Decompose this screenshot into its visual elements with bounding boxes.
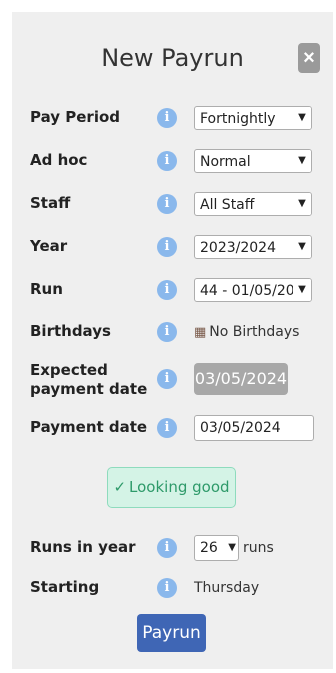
payment-date-input[interactable]: 03/05/2024 <box>194 415 314 441</box>
runs-in-year-label: Runs in year <box>30 538 136 556</box>
run-label: Run <box>30 280 63 298</box>
chevron-down-icon: ▼ <box>293 107 311 129</box>
birthdays-value: ▦ No Birthdays <box>194 322 299 343</box>
new-payrun-dialog: New Payrun × Pay Period i Fortnightly ▼ … <box>12 12 333 669</box>
info-icon[interactable]: i <box>157 322 177 342</box>
starting-label: Starting <box>30 578 100 596</box>
year-value: 2023/2024 <box>200 240 276 256</box>
status-text: Looking good <box>129 478 230 496</box>
chevron-down-icon: ▼ <box>293 279 311 301</box>
runs-in-year-value: 26 <box>200 540 218 556</box>
runs-in-year-select[interactable]: 26 ▼ <box>194 535 239 561</box>
ad-hoc-select[interactable]: Normal ▼ <box>194 149 312 173</box>
pay-period-label: Pay Period <box>30 108 120 126</box>
payrun-button[interactable]: Payrun <box>137 614 206 652</box>
cake-icon: ▦ <box>194 325 207 340</box>
expected-payment-date-label: Expected payment date <box>30 361 147 399</box>
chevron-down-icon: ▼ <box>293 150 311 172</box>
expected-payment-date-field: 03/05/2024 <box>194 363 288 395</box>
info-icon[interactable]: i <box>157 237 177 257</box>
info-icon[interactable]: i <box>157 108 177 128</box>
chevron-down-icon: ▼ <box>293 236 311 258</box>
run-value: 44 - 01/05/202 <box>200 283 304 299</box>
ad-hoc-value: Normal <box>200 154 251 170</box>
info-icon[interactable]: i <box>157 578 177 598</box>
status-message: ✓ Looking good <box>107 467 236 508</box>
pay-period-select[interactable]: Fortnightly ▼ <box>194 106 312 130</box>
staff-select[interactable]: All Staff ▼ <box>194 192 312 216</box>
ad-hoc-row: Ad hoc i Normal ▼ <box>12 149 333 177</box>
info-icon[interactable]: i <box>157 369 177 389</box>
pay-period-row: Pay Period i Fortnightly ▼ <box>12 106 333 134</box>
chevron-down-icon: ▼ <box>293 193 311 215</box>
info-icon[interactable]: i <box>157 151 177 171</box>
info-icon[interactable]: i <box>157 280 177 300</box>
expected-payment-date-row: Expected payment date i 03/05/2024 <box>12 361 333 401</box>
runs-in-year-row: Runs in year i 26 ▼ runs <box>12 535 333 564</box>
staff-label: Staff <box>30 194 71 212</box>
runs-suffix: runs <box>243 540 274 556</box>
expected-label-line1: Expected <box>30 361 108 379</box>
info-icon[interactable]: i <box>157 418 177 438</box>
year-row: Year i 2023/2024 ▼ <box>12 235 333 263</box>
birthdays-text: No Birthdays <box>209 324 300 340</box>
year-select[interactable]: 2023/2024 ▼ <box>194 235 312 259</box>
ad-hoc-label: Ad hoc <box>30 151 88 169</box>
year-label: Year <box>30 237 68 255</box>
dialog-title: New Payrun <box>101 44 244 72</box>
chevron-down-icon: ▼ <box>228 542 236 553</box>
close-icon: × <box>303 47 315 69</box>
staff-row: Staff i All Staff ▼ <box>12 192 333 220</box>
payment-date-label: Payment date <box>30 418 148 436</box>
expected-label-line2: payment date <box>30 380 148 398</box>
starting-value: Thursday <box>194 580 260 596</box>
staff-value: All Staff <box>200 197 255 213</box>
pay-period-value: Fortnightly <box>200 111 276 127</box>
info-icon[interactable]: i <box>157 538 177 558</box>
run-row: Run i 44 - 01/05/202 ▼ <box>12 278 333 306</box>
birthdays-row: Birthdays i ▦ No Birthdays <box>12 322 333 348</box>
close-button[interactable]: × <box>298 43 320 73</box>
run-select[interactable]: 44 - 01/05/202 ▼ <box>194 278 312 302</box>
birthdays-label: Birthdays <box>30 322 111 340</box>
payment-date-row: Payment date i 03/05/2024 <box>12 415 333 444</box>
info-icon[interactable]: i <box>157 194 177 214</box>
starting-row: Starting i Thursday <box>12 578 333 604</box>
check-icon: ✓ <box>113 478 127 496</box>
